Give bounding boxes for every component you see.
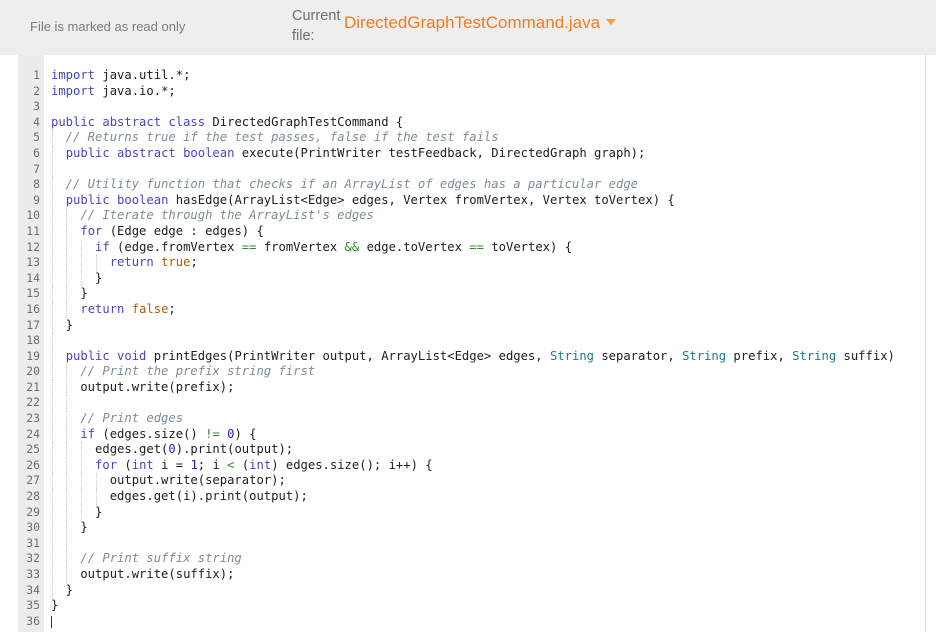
code-line-text: // Print edges — [51, 411, 184, 426]
line-number: 17 — [26, 317, 40, 332]
line-number: 6 — [33, 145, 40, 160]
current-file-name-text: DirectedGraphTestCommand.java — [344, 13, 601, 32]
text-cursor — [51, 615, 52, 628]
code-editor[interactable]: 1 import java.util.*; 2 import java.io.*; 3 4… — [0, 55, 936, 632]
line-number: 21 — [26, 379, 40, 394]
line-number: 8 — [33, 177, 40, 192]
line-number: 3 — [33, 99, 40, 114]
line-number: 10 — [26, 208, 40, 223]
line-number: 4 — [33, 114, 40, 129]
current-file-name[interactable]: DirectedGraphTestCommand.java — [344, 13, 617, 33]
line-number: 9 — [33, 192, 40, 207]
line-number: 33 — [26, 567, 40, 581]
line-number: 36 — [26, 613, 40, 628]
code-line-text: for (Edge edge : edges) { — [80, 223, 264, 238]
code-line-text: return false; — [80, 301, 176, 316]
readonly-notice: File is marked as read only — [30, 19, 186, 34]
chevron-down-icon[interactable] — [606, 18, 617, 25]
line-number: 28 — [26, 489, 40, 504]
indent-guide — [66, 535, 68, 552]
line-number: 7 — [33, 161, 40, 176]
line-number: 18 — [26, 333, 40, 348]
code-line-text: edges.get(0).print(output); — [51, 442, 294, 457]
line-number: 14 — [26, 270, 40, 285]
line-number: 19 — [26, 348, 40, 363]
line-number: 22 — [26, 395, 40, 410]
code-line-text: output.write(suffix); — [51, 567, 235, 581]
code-line-text: } — [51, 598, 59, 613]
current-file-label: Current file: — [292, 8, 341, 44]
line-number: 20 — [26, 364, 40, 379]
line-number: 25 — [26, 442, 40, 457]
code-line-text: output.write(prefix); — [51, 379, 235, 394]
line-number: 30 — [26, 520, 40, 535]
line-number: 1 — [33, 68, 40, 82]
code-area[interactable]: 1 import java.util.*; 2 import java.io.*; 3 4… — [18, 55, 926, 632]
code-line-text: } — [51, 504, 103, 519]
line-number: 11 — [26, 223, 40, 238]
code-line-text: } — [51, 317, 74, 332]
code-line-text: public abstract class DirectedGraphTestC… — [51, 114, 404, 129]
line-number: 24 — [26, 426, 40, 441]
line-number: 26 — [26, 457, 40, 472]
line-number: 2 — [33, 83, 40, 98]
line-number: 34 — [26, 582, 40, 597]
code-line-text: } — [51, 286, 88, 301]
code-line-text: output.write(separator); — [51, 473, 286, 488]
indent-guide — [51, 395, 53, 412]
code-line-text: for (int i = 1; i < (int) edges.size(); … — [95, 457, 433, 472]
line-number: 13 — [26, 255, 40, 270]
line-number: 5 — [33, 130, 40, 145]
code-line-text: // Print the prefix string first — [51, 364, 316, 379]
line-number: 35 — [26, 598, 40, 613]
indent-guide — [51, 535, 53, 552]
code-line-text: } — [51, 270, 103, 285]
editor-left-padding — [0, 55, 18, 632]
line-number: 27 — [26, 473, 40, 488]
code-line-text: // Print suffix string — [51, 551, 242, 566]
line-number: 29 — [26, 504, 40, 519]
code-line-text: public abstract boolean execute(PrintWri… — [65, 145, 646, 160]
indent-guide — [51, 161, 53, 178]
line-number: 12 — [26, 239, 40, 254]
code-line-text: } — [51, 520, 88, 535]
line-number: 31 — [26, 535, 40, 550]
code-line-text: public void printEdges(PrintWriter outpu… — [65, 348, 895, 363]
code-line-text: // Iterate through the ArrayList's edges — [51, 208, 374, 223]
indent-guide — [66, 395, 68, 412]
code-line-text: // Utility function that checks if an Ar… — [51, 177, 638, 192]
line-number: 16 — [26, 301, 40, 316]
code-line-text: import java.util.*; — [51, 68, 191, 82]
editor-header-bar: File is marked as read only Current file… — [0, 0, 936, 55]
code-line-text: public boolean hasEdge(ArrayList<Edge> e… — [65, 192, 675, 207]
code-line-text: } — [51, 582, 74, 597]
code-line-text: // Returns true if the test passes, fals… — [51, 130, 499, 145]
code-line-text: edges.get(i).print(output); — [51, 489, 308, 504]
line-number: 15 — [26, 286, 40, 301]
current-file-selector[interactable]: Current file: DirectedGraphTestCommand.j… — [292, 6, 617, 46]
line-number: 23 — [26, 411, 40, 426]
code-line-text: import java.io.*; — [51, 83, 176, 98]
line-number: 32 — [26, 551, 40, 566]
code-line-text: if (edges.size() != 0) { — [80, 426, 257, 441]
indent-guide — [51, 333, 53, 349]
code-line-text: return true; — [109, 255, 198, 270]
code-line-text: if (edge.fromVertex == fromVertex && edg… — [95, 239, 573, 254]
